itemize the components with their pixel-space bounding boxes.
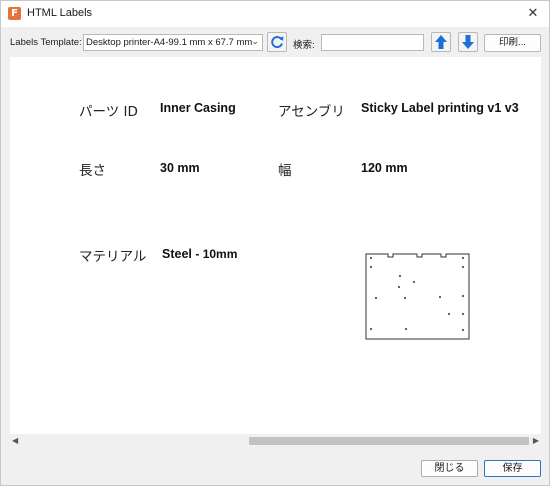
part-id-label: パーツ ID bbox=[79, 104, 138, 120]
html-labels-dialog: F HTML Labels ✕ Labels Template: Desktop… bbox=[0, 0, 550, 486]
scroll-left-icon[interactable]: ◀ bbox=[12, 436, 18, 445]
save-button[interactable]: 保存 bbox=[484, 460, 541, 477]
template-label: Labels Template: bbox=[10, 37, 82, 48]
width-label: 幅 bbox=[278, 163, 292, 179]
arrow-down-icon bbox=[462, 35, 474, 49]
close-button[interactable]: 閉じる bbox=[421, 460, 478, 477]
length-label: 長さ bbox=[79, 163, 106, 179]
part-drawing-thumbnail bbox=[365, 253, 470, 340]
material-thickness: - 10mm bbox=[195, 247, 238, 261]
length-value: 30 mm bbox=[160, 161, 200, 175]
material-value: Steel - 10mm bbox=[162, 247, 237, 261]
move-down-button[interactable] bbox=[458, 32, 478, 52]
window-close-button[interactable]: ✕ bbox=[523, 4, 543, 24]
part-id-value: Inner Casing bbox=[160, 101, 236, 115]
assembly-label: アセンブリ bbox=[278, 104, 345, 120]
chevron-down-icon: ⌄ bbox=[251, 36, 259, 46]
scroll-right-icon[interactable]: ▶ bbox=[533, 436, 539, 445]
move-up-button[interactable] bbox=[431, 32, 451, 52]
refresh-icon bbox=[271, 36, 284, 48]
width-value: 120 mm bbox=[361, 161, 408, 175]
print-button[interactable]: 印刷... bbox=[484, 34, 541, 52]
material-label: マテリアル bbox=[79, 249, 147, 265]
material-name: Steel bbox=[162, 247, 192, 261]
template-select[interactable]: Desktop printer-A4-99.1 mm x 67.7 mm ⌄ bbox=[83, 34, 263, 51]
assembly-value: Sticky Label printing v1 v3 bbox=[361, 101, 519, 115]
refresh-button[interactable] bbox=[267, 32, 287, 52]
search-input[interactable] bbox=[321, 34, 424, 51]
window-title: HTML Labels bbox=[27, 7, 93, 19]
scrollbar-thumb[interactable] bbox=[249, 437, 529, 445]
search-label: 検索: bbox=[293, 40, 315, 51]
label-preview: パーツ ID Inner Casing アセンブリ Sticky Label p… bbox=[10, 57, 541, 434]
app-icon: F bbox=[8, 7, 21, 20]
horizontal-scrollbar[interactable]: ◀ ▶ bbox=[10, 434, 541, 448]
title-bar: F HTML Labels ✕ bbox=[1, 1, 549, 27]
toolbar: Labels Template: Desktop printer-A4-99.1… bbox=[1, 27, 549, 57]
template-select-value: Desktop printer-A4-99.1 mm x 67.7 mm bbox=[86, 37, 253, 48]
arrow-up-icon bbox=[435, 35, 447, 49]
